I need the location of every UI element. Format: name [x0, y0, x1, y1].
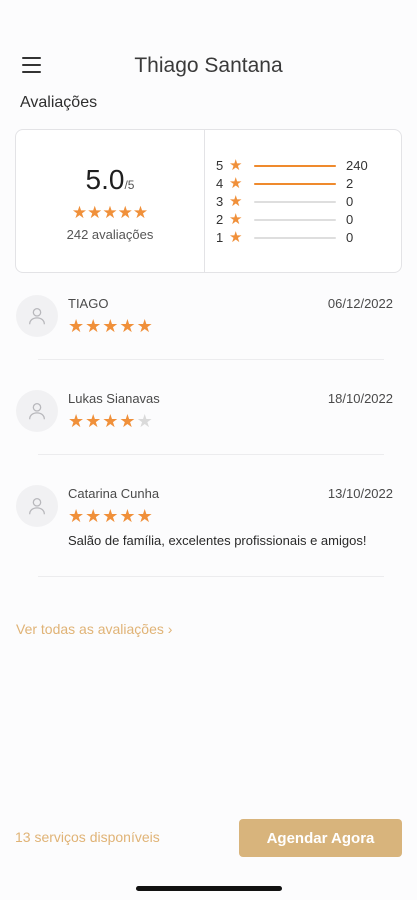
- distribution-row: 5 ★ 240: [216, 157, 396, 175]
- review-stars: ★★★★★: [68, 316, 154, 337]
- star-icon: ★: [68, 506, 85, 526]
- star-icon: ★: [102, 506, 119, 526]
- review-stars: ★★★★★: [68, 411, 154, 432]
- reviewer-name: Catarina Cunha: [68, 486, 160, 501]
- review-list: TIAGO 06/12/2022 ★★★★★ Lukas Sianavas 18/10/…: [0, 290, 417, 600]
- star-icon: ★: [85, 506, 102, 526]
- review-comment: Salão de família, excelentes profissiona…: [68, 533, 367, 548]
- book-now-button[interactable]: Agendar Agora: [239, 819, 402, 857]
- star-icon: ★: [102, 316, 119, 336]
- star-icon: ★: [136, 316, 153, 336]
- distribution-bar-fill: [254, 183, 336, 185]
- star-icon: ★: [132, 203, 149, 222]
- star-icon: ★: [229, 193, 243, 210]
- home-indicator: [136, 886, 282, 891]
- distribution-star-label: 1: [216, 230, 224, 245]
- rating-distribution: 5 ★ 240 4 ★ 2 3 ★ 0 2 ★ 0 1 ★ 0: [216, 157, 396, 247]
- star-icon: ★: [229, 157, 243, 174]
- app-header: Thiago Santana: [0, 48, 417, 86]
- distribution-count: 0: [346, 194, 354, 209]
- rating-score: 5.0/5: [16, 164, 204, 196]
- distribution-star-label: 5: [216, 158, 224, 173]
- section-title: Avaliações: [20, 94, 98, 111]
- distribution-count: 2: [346, 176, 354, 191]
- star-icon: ★: [136, 506, 153, 526]
- star-icon: ★: [229, 175, 243, 192]
- distribution-bar: [254, 165, 336, 167]
- star-icon: ★: [87, 203, 103, 222]
- review-date: 13/10/2022: [327, 486, 393, 501]
- divider: [38, 576, 384, 577]
- distribution-star-label: 3: [216, 194, 224, 209]
- distribution-bar: [254, 183, 336, 185]
- star-icon: ★: [119, 411, 136, 431]
- distribution-count: 0: [346, 212, 354, 227]
- distribution-row: 4 ★ 2: [216, 175, 396, 193]
- reviewer-name: TIAGO: [68, 296, 109, 311]
- review-date: 06/12/2022: [327, 296, 393, 311]
- distribution-bar-fill: [254, 165, 336, 167]
- star-icon: ★: [136, 411, 153, 431]
- summary-stars: ★★★★★: [16, 204, 204, 223]
- distribution-row: 3 ★ 0: [216, 193, 396, 211]
- star-icon: ★: [68, 316, 85, 336]
- review-stars: ★★★★★: [68, 506, 154, 527]
- star-icon: ★: [85, 411, 102, 431]
- distribution-star-label: 4: [216, 176, 224, 191]
- review-item: TIAGO 06/12/2022 ★★★★★: [0, 290, 417, 385]
- user-avatar-icon: [16, 295, 58, 337]
- star-icon: ★: [117, 203, 133, 222]
- divider: [38, 454, 384, 455]
- star-icon: ★: [102, 203, 118, 222]
- distribution-count: 0: [346, 230, 354, 245]
- divider: [38, 359, 384, 360]
- distribution-bar: [254, 201, 336, 203]
- review-count: 242 avaliações: [66, 227, 154, 242]
- star-icon: ★: [71, 203, 88, 222]
- distribution-bar: [254, 237, 336, 239]
- review-item: Lukas Sianavas 18/10/2022 ★★★★★: [0, 385, 417, 480]
- page-title: Thiago Santana: [134, 54, 283, 77]
- star-icon: ★: [102, 411, 119, 431]
- distribution-row: 1 ★ 0: [216, 229, 396, 247]
- distribution-count: 240: [346, 158, 368, 173]
- rating-summary-card: 5.0/5 ★★★★★ 242 avaliações 5 ★ 240 4 ★ 2 3 ★ 0 2 ★…: [15, 129, 402, 273]
- see-all-reviews-link[interactable]: Ver todas as avaliações ›: [16, 621, 172, 637]
- user-avatar-icon: [16, 485, 58, 527]
- review-date: 18/10/2022: [327, 391, 393, 406]
- reviewer-name: Lukas Sianavas: [68, 391, 160, 406]
- distribution-star-label: 2: [216, 212, 224, 227]
- star-icon: ★: [229, 229, 243, 246]
- distribution-row: 2 ★ 0: [216, 211, 396, 229]
- user-avatar-icon: [16, 390, 58, 432]
- star-icon: ★: [229, 211, 243, 228]
- rating-score-panel: 5.0/5 ★★★★★ 242 avaliações: [16, 130, 205, 272]
- star-icon: ★: [68, 411, 85, 431]
- review-item: Catarina Cunha 13/10/2022 ★★★★★ Salão de fa…: [0, 480, 417, 600]
- score-value: 5.0: [85, 164, 125, 195]
- distribution-bar: [254, 219, 336, 221]
- star-icon: ★: [119, 316, 136, 336]
- star-icon: ★: [119, 506, 136, 526]
- star-icon: ★: [85, 316, 102, 336]
- services-available-label: 13 serviços disponíveis: [15, 829, 160, 845]
- score-max: /5: [124, 178, 135, 192]
